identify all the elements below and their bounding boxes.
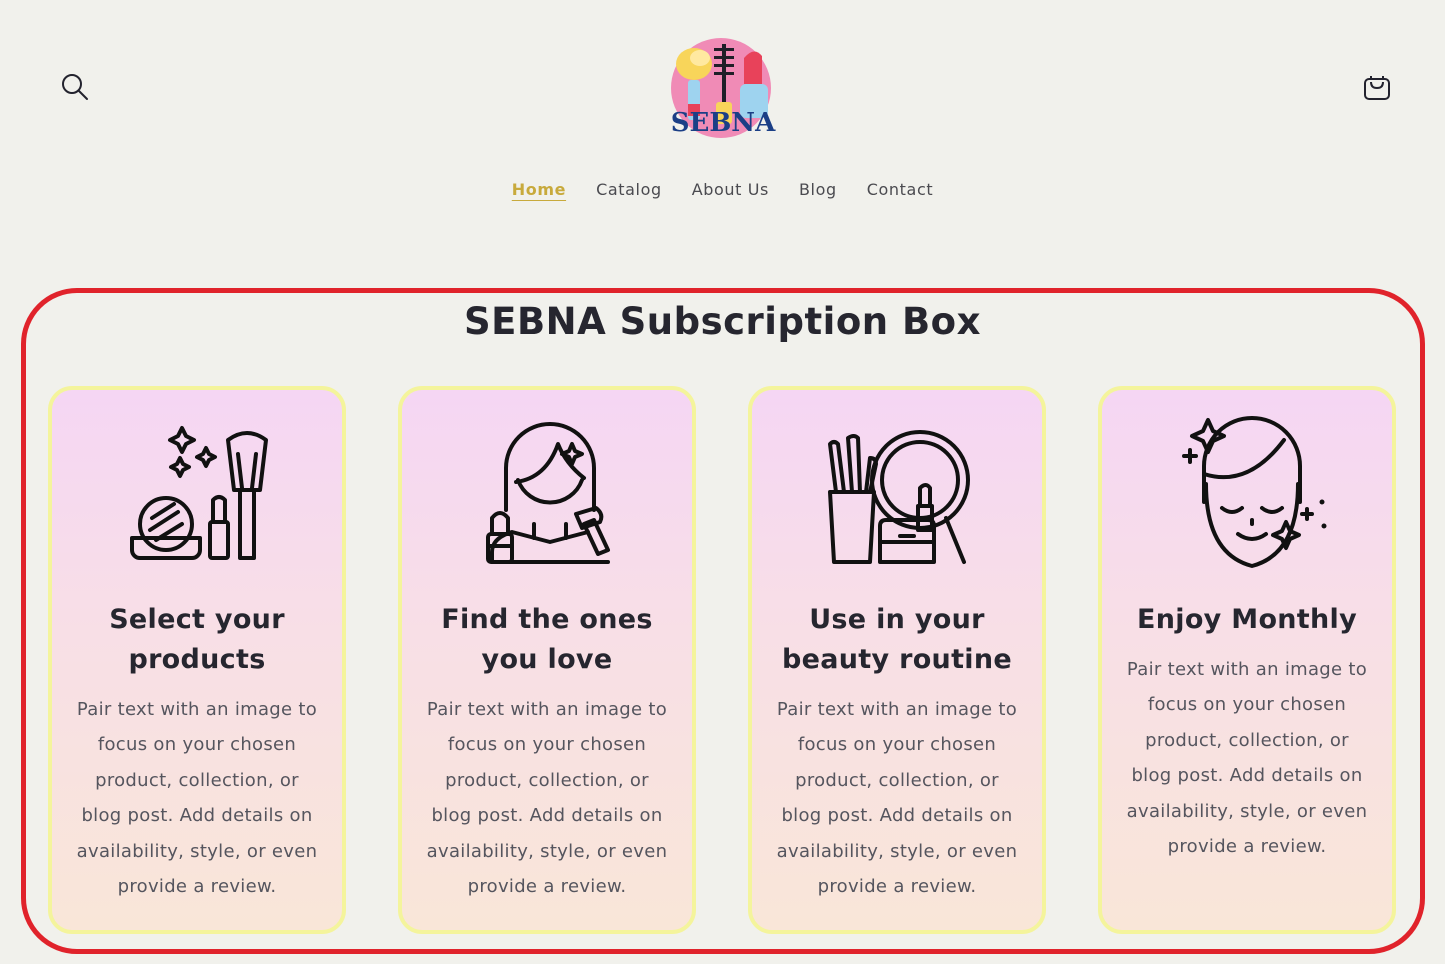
cart-icon[interactable]	[1360, 70, 1394, 104]
vanity-mirror-icon	[828, 430, 970, 564]
card-text: Pair text with an image to focus on your…	[76, 699, 318, 898]
nav-about-us[interactable]: About Us	[692, 178, 769, 201]
site-header: SEBNA Home Catalog About Us Blog Contact	[0, 0, 1445, 240]
site-logo[interactable]: SEBNA	[664, 36, 782, 142]
logo-text: SEBNA	[670, 108, 776, 138]
nav-contact[interactable]: Contact	[867, 178, 933, 201]
nav-home[interactable]: Home	[512, 178, 566, 201]
card-text: Pair text with an image to focus on your…	[426, 699, 668, 898]
card-title: Find the ones you love	[441, 604, 653, 675]
card-title: Enjoy Monthly	[1137, 604, 1357, 635]
card-title: Use in your beauty routine	[782, 604, 1012, 675]
face-glow-icon	[1182, 416, 1327, 568]
step-card-find: Find the ones you love Pair text with an …	[398, 386, 696, 934]
main-nav: Home Catalog About Us Blog Contact	[0, 178, 1445, 201]
nav-catalog[interactable]: Catalog	[596, 178, 662, 201]
search-icon[interactable]	[60, 72, 90, 102]
card-title: Select your products	[109, 604, 285, 675]
card-text: Pair text with an image to focus on your…	[776, 699, 1018, 898]
makeup-kit-icon	[130, 426, 268, 560]
step-card-select: Select your products Pair text with an im…	[48, 386, 346, 934]
section-title: SEBNA Subscription Box	[464, 300, 981, 343]
nav-blog[interactable]: Blog	[799, 178, 837, 201]
woman-makeup-icon	[486, 422, 610, 564]
step-card-enjoy: Enjoy Monthly Pair text with an image to…	[1098, 386, 1396, 934]
card-text: Pair text with an image to focus on your…	[1126, 659, 1368, 858]
step-card-use: Use in your beauty routine Pair text with…	[748, 386, 1046, 934]
